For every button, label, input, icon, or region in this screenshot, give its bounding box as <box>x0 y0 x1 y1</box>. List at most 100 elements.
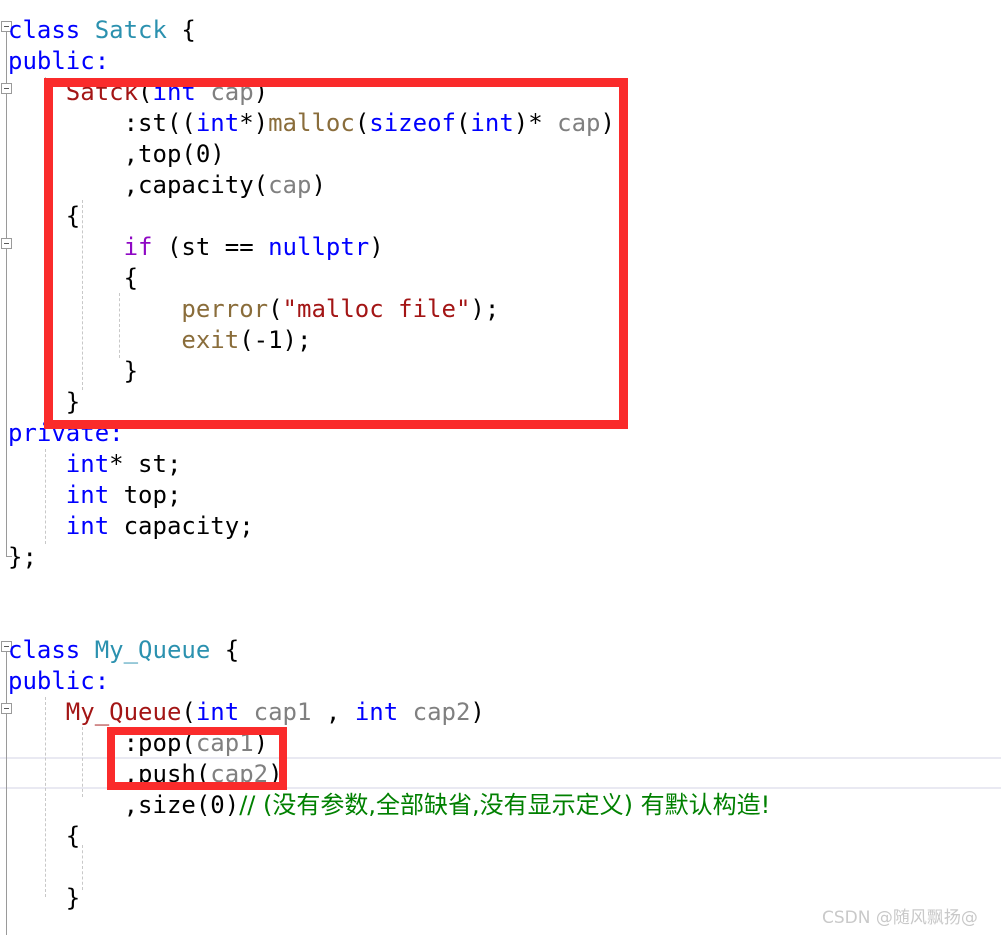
line-exit[interactable]: exit(-1); <box>181 325 311 356</box>
code-token: )) <box>600 109 630 137</box>
line-ctor-open-brace[interactable]: { <box>66 201 80 232</box>
code-token: } <box>65 884 81 912</box>
code-token: { <box>123 264 139 292</box>
code-token: class <box>8 16 95 44</box>
line-ctor-satck[interactable]: Satck(int cap) <box>66 77 268 108</box>
line-init-push[interactable]: ,push(cap2) <box>124 759 283 790</box>
code-token: nullptr <box>268 233 370 261</box>
code-token: int <box>195 109 240 137</box>
code-token: cap1 <box>195 729 254 757</box>
line-class-satck-end[interactable]: }; <box>8 542 37 573</box>
code-token: ,size(0) <box>123 791 240 819</box>
guide-myqueue-body <box>82 727 83 797</box>
line-myqueue-open-brace[interactable]: { <box>66 821 80 852</box>
code-token: ) <box>311 171 326 199</box>
line-if-open-brace[interactable]: { <box>124 263 138 294</box>
fold-line-class-satck <box>6 32 7 556</box>
line-member-top[interactable]: int top; <box>66 480 182 511</box>
code-token: *) <box>239 109 269 137</box>
fold-if-block-collapse-icon[interactable] <box>1 238 12 249</box>
guide-members <box>45 449 46 544</box>
guide-if-body <box>119 293 120 358</box>
code-token: My_Queue <box>94 636 211 664</box>
code-token: capacity; <box>109 512 254 540</box>
code-token: cap2 <box>412 698 471 726</box>
code-token: , <box>311 698 355 726</box>
code-token: cap1 <box>253 698 312 726</box>
code-token: { <box>210 636 240 664</box>
line-init-st[interactable]: :st((int*)malloc(sizeof(int)* cap)) <box>124 108 630 139</box>
line-public-1[interactable]: public: <box>8 46 109 77</box>
fold-ctor-myqueue-collapse-icon[interactable] <box>1 703 12 714</box>
code-token: private: <box>8 419 124 447</box>
line-member-st[interactable]: int* st; <box>66 449 182 480</box>
code-token: int <box>152 78 196 106</box>
code-token: ) <box>470 698 485 726</box>
code-token: :st(( <box>123 109 196 137</box>
code-token: class <box>8 636 95 664</box>
line-if-null[interactable]: if (st == nullptr) <box>124 232 384 263</box>
code-token: )* <box>513 109 558 137</box>
code-token: cap2 <box>210 760 269 788</box>
line-ctor-myqueue[interactable]: My_Queue(int cap1 , int cap2) <box>66 697 485 728</box>
code-token: if <box>123 233 153 261</box>
code-token: (-1); <box>239 326 312 354</box>
code-editor[interactable]: class Satck {public: Satck(int cap):st((i… <box>0 0 1001 935</box>
code-token: int <box>65 512 110 540</box>
code-token: } <box>65 388 81 416</box>
line-if-close-brace[interactable]: } <box>124 356 138 387</box>
guide-ctor-body <box>82 200 83 390</box>
code-token: ,capacity( <box>123 171 269 199</box>
line-init-top[interactable]: ,top(0) <box>124 139 225 170</box>
code-token: :pop( <box>123 729 196 757</box>
code-token: { <box>65 202 81 230</box>
code-folding-gutter[interactable] <box>0 0 14 935</box>
code-token: int <box>195 698 240 726</box>
code-token: public: <box>8 667 110 695</box>
code-token: "malloc file" <box>282 295 471 323</box>
code-token: exit <box>181 326 240 354</box>
code-token: ,push( <box>123 760 211 788</box>
code-token: ) <box>253 729 269 757</box>
code-token: * st; <box>109 450 182 478</box>
line-class-myqueue[interactable]: class My_Queue { <box>8 635 239 666</box>
fold-line-class-myqueue <box>6 652 7 935</box>
code-token: int <box>354 698 399 726</box>
line-init-pop[interactable]: :pop(cap1) <box>124 728 269 759</box>
line-ctor-close-brace[interactable]: } <box>66 387 80 418</box>
line-perror[interactable]: perror("malloc file"); <box>181 294 499 325</box>
code-token: int <box>65 481 110 509</box>
line-public-2[interactable]: public: <box>8 666 109 697</box>
line-myqueue-close-brace[interactable]: } <box>66 883 80 914</box>
code-token: { <box>65 822 81 850</box>
line-init-size-comment[interactable]: ,size(0)// (没有参数,全部缺省,没有显示定义) 有默认构造! <box>124 790 771 821</box>
line-member-capacity[interactable]: int capacity; <box>66 511 254 542</box>
code-token: ( <box>138 78 153 106</box>
code-token: (st == <box>152 233 269 261</box>
code-token: { <box>166 16 196 44</box>
code-token: Satck <box>94 16 167 44</box>
code-token: ); <box>470 295 500 323</box>
fold-ctor-satck-collapse-icon[interactable] <box>1 83 12 94</box>
guide-myqueue-inner <box>82 845 83 890</box>
code-token: Satck <box>65 78 139 106</box>
code-token: cap <box>557 109 601 137</box>
code-token: ( <box>354 109 370 137</box>
code-token: ( <box>268 295 283 323</box>
code-token: ( <box>455 109 471 137</box>
code-token: ) <box>369 233 384 261</box>
code-token: }; <box>8 543 37 571</box>
code-token: perror <box>181 295 269 323</box>
guide-ctor-satck <box>45 77 46 419</box>
line-init-capacity[interactable]: ,capacity(cap) <box>124 170 326 201</box>
code-token: ( <box>181 698 196 726</box>
code-token: ,top(0) <box>123 140 225 168</box>
code-token: sizeof <box>369 109 456 137</box>
line-class-satck[interactable]: class Satck { <box>8 15 196 46</box>
code-token: int <box>470 109 514 137</box>
code-token: My_Queue <box>65 698 182 726</box>
line-private[interactable]: private: <box>8 418 124 449</box>
